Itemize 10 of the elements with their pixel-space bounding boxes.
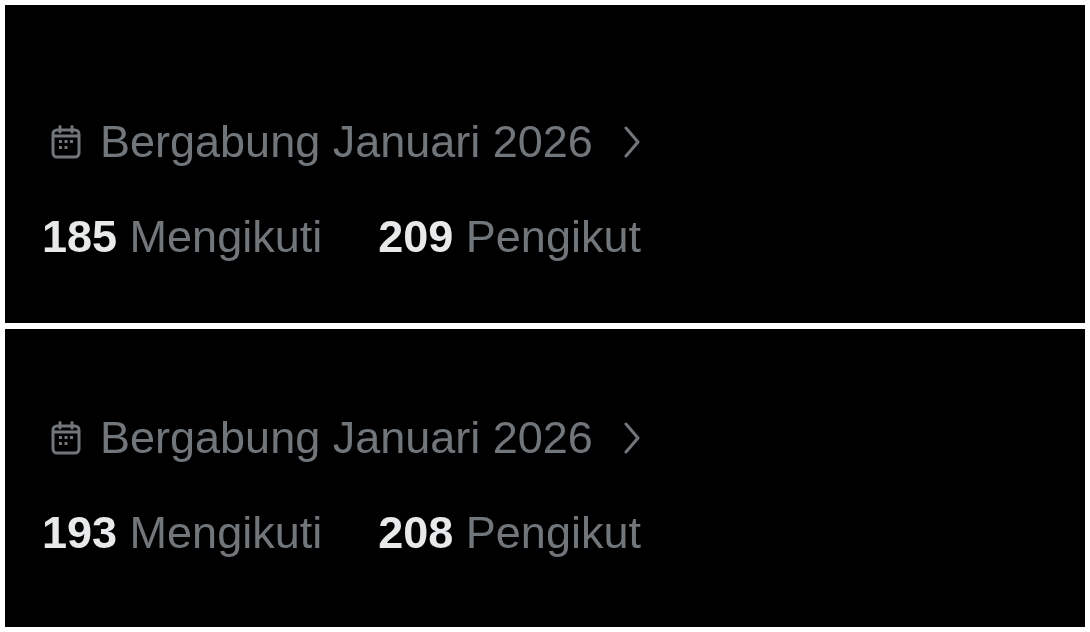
joined-date-text: Bergabung Januari 2026	[100, 412, 593, 464]
followers-link[interactable]: 209 Pengikut	[378, 212, 641, 262]
followers-link[interactable]: 208 Pengikut	[378, 508, 641, 558]
chevron-right-icon[interactable]	[623, 422, 640, 454]
following-link[interactable]: 193 Mengikuti	[42, 508, 323, 558]
calendar-icon	[51, 125, 81, 159]
following-link[interactable]: 185 Mengikuti	[42, 212, 323, 262]
chevron-right-icon[interactable]	[623, 126, 640, 158]
joined-date-text: Bergabung Januari 2026	[100, 116, 593, 168]
calendar-icon	[51, 421, 81, 455]
